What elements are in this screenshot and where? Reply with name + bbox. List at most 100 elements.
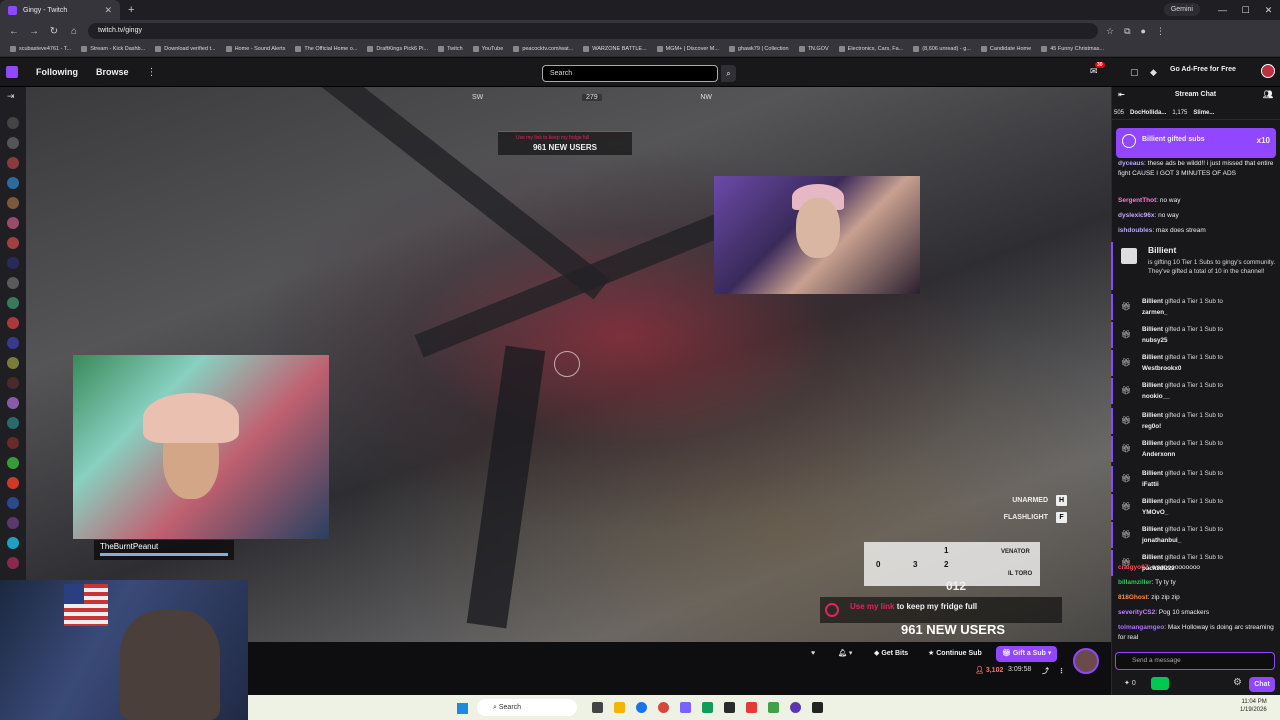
browse-link[interactable]: Browse [96, 67, 129, 77]
task-view-icon[interactable] [592, 702, 603, 713]
collapse-sidebar-icon[interactable]: ⇥ [7, 91, 15, 103]
chat-username[interactable]: ishdoubles [1118, 227, 1152, 234]
back-icon[interactable]: ← [8, 26, 20, 37]
channel-avatar[interactable] [7, 517, 19, 529]
chat-username[interactable]: 818Ghost [1118, 594, 1148, 601]
gifter-name[interactable]: Billient [1142, 498, 1163, 505]
gift-recipient[interactable]: jonathanbui_ [1142, 537, 1181, 544]
bookmark-item[interactable]: DraftKings Pick6 Pi... [367, 46, 428, 52]
channel-avatar[interactable] [7, 277, 19, 289]
more-options-icon[interactable]: ⋮ [1052, 664, 1071, 680]
gifter-name[interactable]: Billient [1142, 382, 1163, 389]
channel-avatar[interactable] [7, 297, 19, 309]
gifter-name[interactable]: Billient [1142, 440, 1163, 447]
bookmark-item[interactable]: Candidate Home [980, 46, 1031, 52]
chat-send-button[interactable]: Chat [1249, 677, 1275, 692]
user-avatar[interactable] [1261, 64, 1275, 78]
app-icon[interactable] [680, 702, 691, 713]
bookmark-item[interactable]: Home - Sound Alerts [225, 46, 285, 52]
chat-username[interactable]: billamziller [1118, 579, 1152, 586]
channel-avatar[interactable] [7, 377, 19, 389]
home-icon[interactable]: ⌂ [68, 26, 80, 37]
bookmark-item[interactable]: Electronics, Cars, Fa... [838, 46, 903, 52]
gift-sub-button[interactable]: 🎁︎ Gift a Sub ▾ [996, 646, 1058, 662]
new-tab-button[interactable]: + [128, 4, 134, 16]
steam-icon[interactable] [724, 702, 735, 713]
gifter-name[interactable]: Billient [1142, 526, 1163, 533]
bookmark-item[interactable]: The Official Home o... [295, 46, 357, 52]
collapse-chat-icon[interactable]: ⇤ [1118, 88, 1125, 102]
maximize-icon[interactable]: ☐ [1234, 5, 1257, 16]
bookmark-item[interactable]: TN.GOV [798, 46, 829, 52]
channel-avatar[interactable] [7, 557, 19, 569]
app-icon[interactable] [746, 702, 757, 713]
app-icon[interactable] [702, 702, 713, 713]
channel-avatar[interactable] [7, 537, 19, 549]
bookmark-item[interactable]: 45 Funny Christmas... [1041, 46, 1104, 52]
leaderboard-name[interactable]: Slime... [1193, 110, 1214, 116]
gifter-name[interactable]: Billient [1142, 298, 1163, 305]
gifter-name[interactable]: Billient [1142, 554, 1163, 561]
channel-avatar[interactable] [7, 177, 19, 189]
app-icon[interactable] [768, 702, 779, 713]
gift-recipient[interactable]: YMOvO_ [1142, 509, 1168, 516]
gift-recipient[interactable]: reg0o! [1142, 423, 1161, 430]
extensions-icon[interactable]: ⧉ [1124, 26, 1130, 37]
gifter-name[interactable]: Billient [1142, 354, 1163, 361]
channel-avatar[interactable] [7, 137, 19, 149]
channel-avatar[interactable] [7, 157, 19, 169]
start-icon[interactable] [457, 703, 468, 714]
video-player[interactable]: SW 279 NW Use my link to keep my fridge … [26, 87, 1111, 642]
channel-avatar[interactable] [7, 317, 19, 329]
close-tab-icon[interactable]: ✕ [104, 5, 112, 16]
gift-recipient[interactable]: zarmen_ [1142, 309, 1168, 316]
gift-recipient[interactable]: nookio__ [1142, 393, 1170, 400]
gift-recipient[interactable]: Anderxonn [1142, 451, 1175, 458]
search-input[interactable]: Search [542, 65, 718, 82]
following-link[interactable]: Following [36, 67, 78, 77]
chat-username[interactable]: tolmangamgeo [1118, 624, 1164, 631]
taskbar-clock[interactable]: 11:04 PM 1/19/2026 [1240, 698, 1267, 714]
bookmark-star-icon[interactable]: ☆ [1106, 26, 1114, 37]
forward-icon[interactable]: → [28, 26, 40, 37]
channel-avatar[interactable] [7, 397, 19, 409]
profile-icon[interactable]: ● [1141, 26, 1146, 37]
channel-avatar[interactable] [7, 357, 19, 369]
streamer-avatar[interactable] [1073, 648, 1099, 674]
chat-settings-icon[interactable]: ⚙ [1233, 677, 1242, 688]
channel-avatar[interactable] [7, 337, 19, 349]
reload-icon[interactable]: ↻ [48, 26, 60, 37]
bookmark-item[interactable]: peacocktv.com/wat... [513, 46, 573, 52]
taskbar-search[interactable]: ⌕ Search [477, 699, 577, 716]
points-bonus-icon[interactable] [1151, 677, 1169, 690]
more-icon[interactable]: ⋮ [147, 67, 157, 78]
browser-tab[interactable]: Gingy - Twitch ✕ [0, 0, 120, 20]
bits-icon[interactable]: ◆ [1150, 67, 1157, 78]
channel-avatar[interactable] [7, 197, 19, 209]
bookmark-item[interactable]: Stream - Kick Dashb... [81, 46, 145, 52]
chat-users-icon[interactable]: 👥︎ [1263, 88, 1273, 102]
channel-avatar[interactable] [7, 457, 19, 469]
channel-avatar[interactable] [7, 237, 19, 249]
chat-username[interactable]: dyceaus [1118, 160, 1144, 167]
minimize-icon[interactable]: — [1211, 5, 1234, 15]
app-icon[interactable] [812, 702, 823, 713]
obs-icon[interactable] [790, 702, 801, 713]
channel-avatar[interactable] [7, 417, 19, 429]
channel-avatar[interactable] [7, 437, 19, 449]
channel-avatar[interactable] [7, 117, 19, 129]
whispers-icon[interactable]: ▢ [1130, 67, 1139, 78]
gifter-name[interactable]: Billient [1142, 326, 1163, 333]
continue-sub-button[interactable]: ★ Continue Sub [922, 646, 988, 662]
gift-recipient[interactable]: nubsy25 [1142, 337, 1168, 344]
gifted-subs-banner[interactable]: Billient gifted subs x10 [1116, 128, 1276, 158]
bookmark-item[interactable]: Twitch [438, 46, 463, 52]
gift-recipient[interactable]: Westbrookx0 [1142, 365, 1181, 372]
notifications-icon[interactable]: ✉ 30 [1090, 62, 1105, 77]
channel-avatar[interactable] [7, 217, 19, 229]
channel-avatar[interactable] [7, 257, 19, 269]
bookmark-item[interactable]: YouTube [472, 46, 503, 52]
search-icon[interactable]: ⌕ [721, 65, 736, 82]
channel-avatar[interactable] [7, 497, 19, 509]
gemini-button[interactable]: Gemini [1163, 3, 1200, 16]
